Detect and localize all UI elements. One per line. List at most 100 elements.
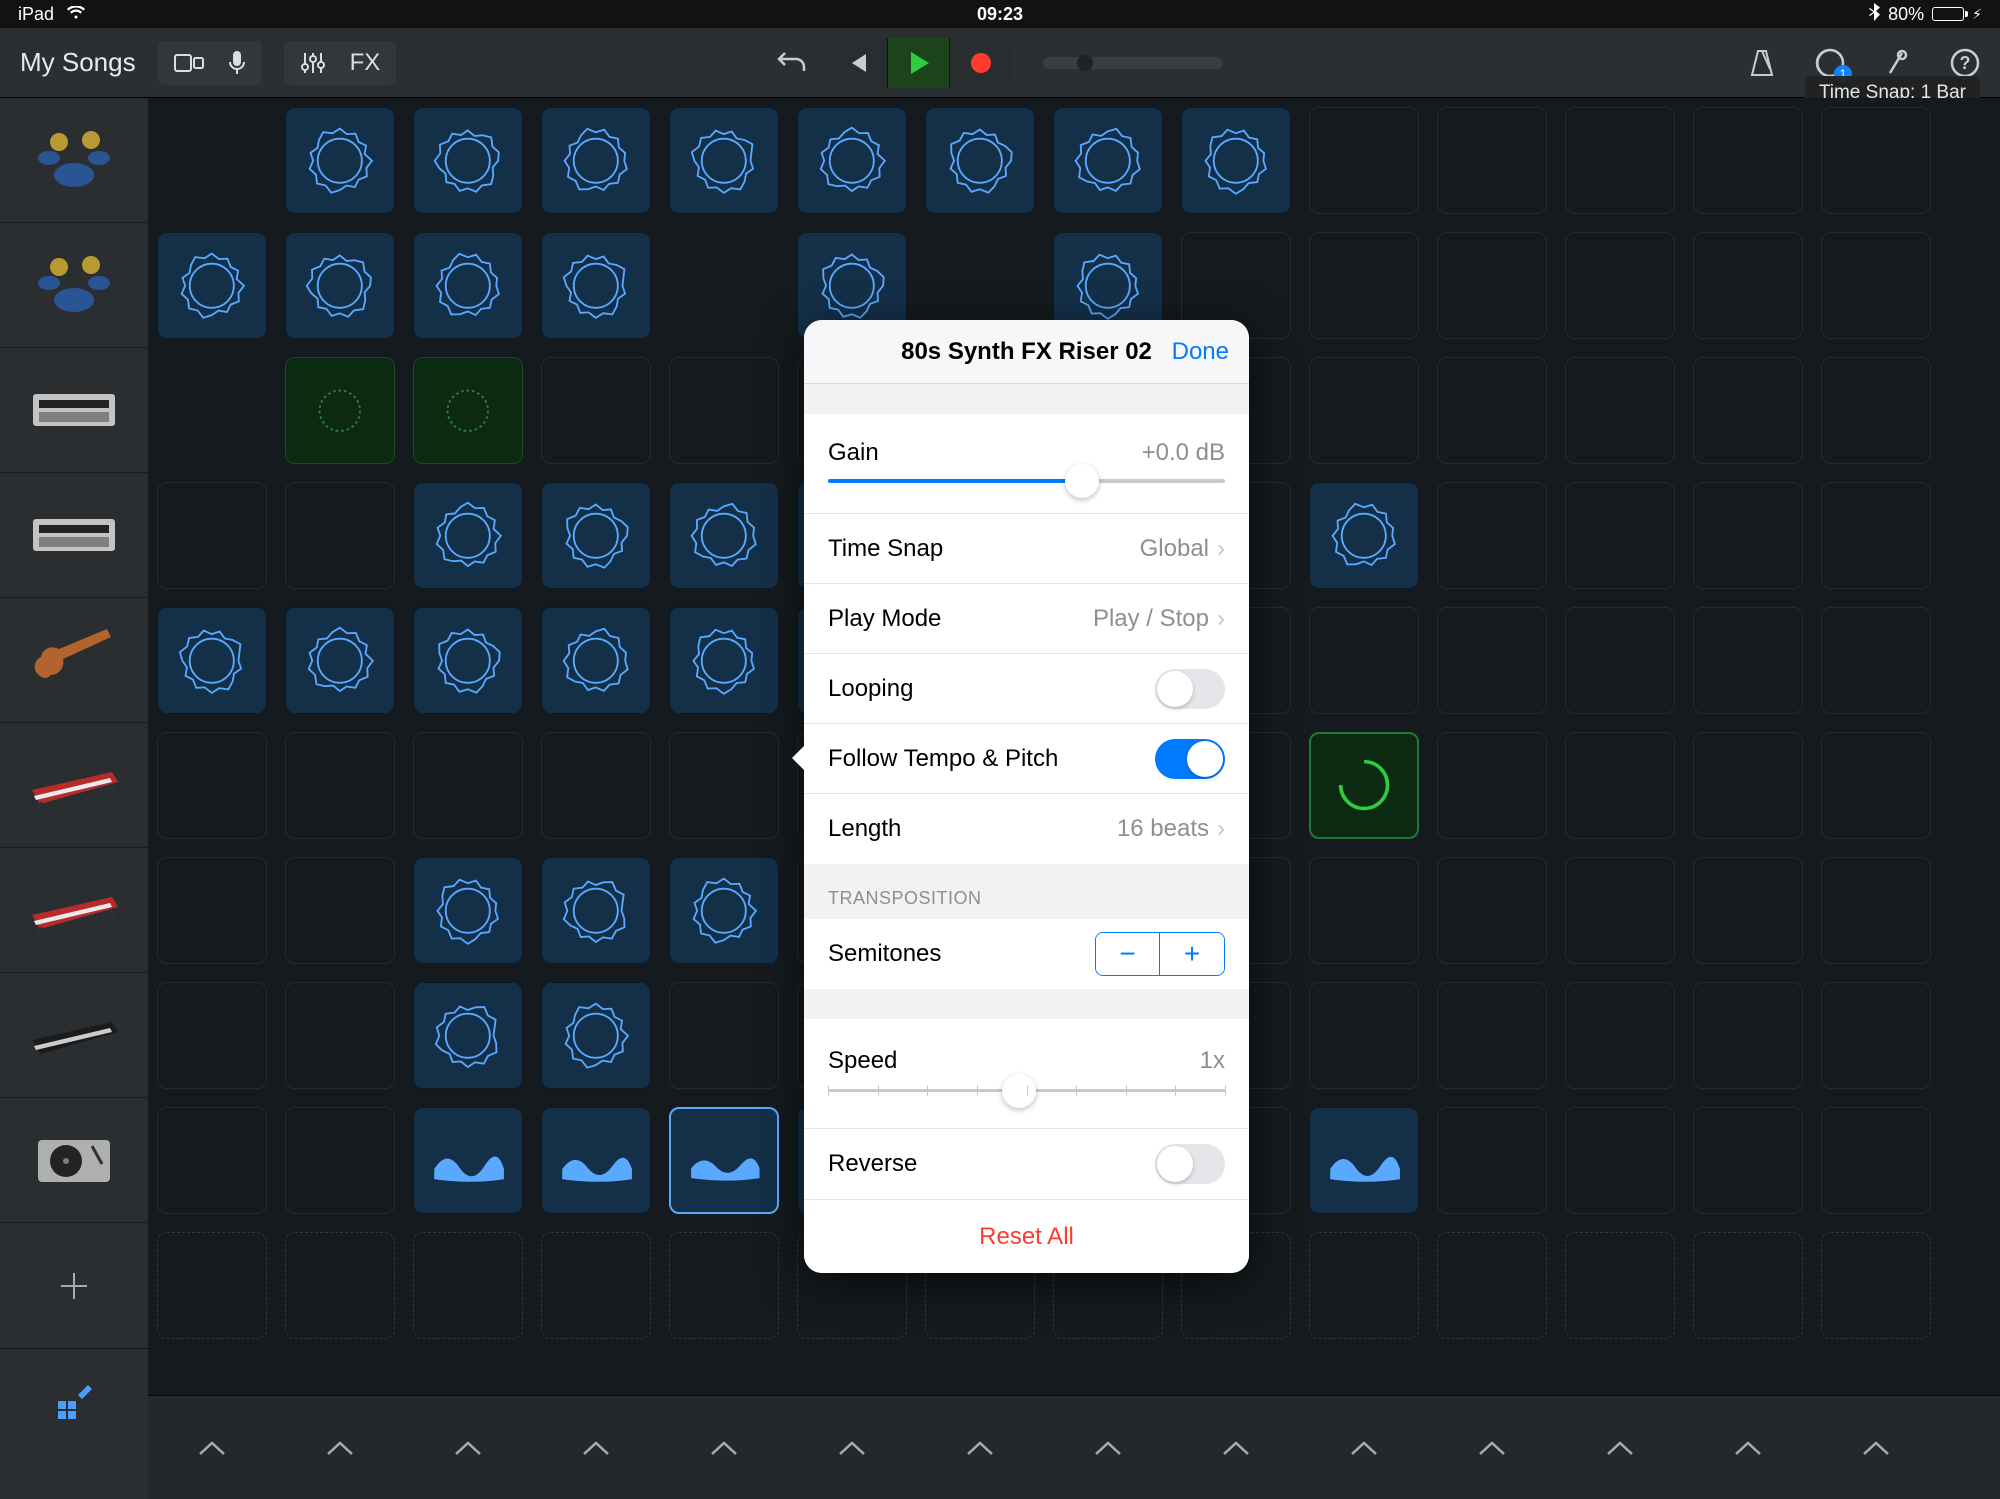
loop-cell[interactable] [1309,107,1419,214]
loop-cell[interactable] [157,982,267,1089]
loop-cell[interactable] [1565,857,1675,964]
loop-cell[interactable] [669,357,779,464]
loop-cell[interactable] [1565,357,1675,464]
settings-icon[interactable] [1884,49,1912,77]
help-icon[interactable]: ? [1950,48,1980,78]
loop-cell[interactable] [1565,1232,1675,1339]
loop-cell[interactable] [1693,607,1803,714]
loop-cell[interactable] [541,1232,651,1339]
loop-cell[interactable] [1565,482,1675,589]
browser-icon[interactable] [174,52,204,74]
loop-cell[interactable] [413,232,523,339]
loop-cell[interactable] [669,732,779,839]
track-header-keys-red-2[interactable] [0,848,148,973]
loop-cell[interactable] [669,982,779,1089]
loop-cell[interactable] [1565,607,1675,714]
loop-cell[interactable] [1565,1107,1675,1214]
speed-slider[interactable] [828,1089,1225,1092]
master-volume-slider[interactable] [1043,57,1223,69]
edit-grid-button[interactable] [0,1348,148,1452]
loop-cell[interactable] [541,107,651,214]
column-trigger[interactable] [1300,1396,1428,1499]
column-trigger[interactable] [1812,1396,1940,1499]
loop-cell[interactable] [1437,982,1547,1089]
column-trigger[interactable] [1556,1396,1684,1499]
loop-cell[interactable] [285,857,395,964]
loop-cell[interactable] [1309,982,1419,1089]
column-trigger[interactable] [276,1396,404,1499]
loop-cell[interactable] [669,107,779,214]
loop-cell[interactable] [1309,1232,1419,1339]
loop-browser-icon[interactable] [1814,47,1846,79]
track-header-drums-2[interactable] [0,223,148,348]
loop-cell[interactable] [1309,732,1419,839]
follow-toggle[interactable] [1155,739,1225,779]
looping-toggle[interactable] [1155,669,1225,709]
loop-cell[interactable] [1309,357,1419,464]
loop-cell[interactable] [413,857,523,964]
loop-cell[interactable] [1693,232,1803,339]
loop-cell[interactable] [157,1107,267,1214]
add-track-button[interactable] [0,1223,148,1348]
undo-button[interactable] [777,49,807,77]
column-trigger[interactable] [404,1396,532,1499]
loop-cell[interactable] [157,857,267,964]
track-header-synth-1[interactable] [0,348,148,473]
mic-icon[interactable] [228,50,246,76]
loop-cell[interactable] [1437,357,1547,464]
loop-cell[interactable] [541,607,651,714]
loop-cell[interactable] [1693,1232,1803,1339]
loop-cell[interactable] [285,982,395,1089]
play-button[interactable] [887,38,949,88]
loop-cell[interactable] [413,982,523,1089]
loop-cell[interactable] [157,732,267,839]
reset-all-button[interactable]: Reset All [804,1199,1249,1273]
loop-cell[interactable] [1693,857,1803,964]
track-header-keys-red-1[interactable] [0,723,148,848]
my-songs-button[interactable]: My Songs [20,47,136,78]
loop-cell[interactable] [541,857,651,964]
loop-cell[interactable] [1181,107,1291,214]
loop-cell[interactable] [669,1232,779,1339]
loop-cell[interactable] [1693,732,1803,839]
semitones-minus-button[interactable]: − [1096,933,1160,975]
fx-button[interactable]: FX [350,49,381,77]
length-row[interactable]: Length 16 beats› [804,794,1249,864]
loop-cell[interactable] [1693,982,1803,1089]
loop-cell[interactable] [669,857,779,964]
loop-cell[interactable] [1309,1107,1419,1214]
reverse-toggle[interactable] [1155,1144,1225,1184]
loop-cell[interactable] [1309,232,1419,339]
done-button[interactable]: Done [1172,338,1229,366]
loop-cell[interactable] [1437,107,1547,214]
play-mode-row[interactable]: Play Mode Play / Stop› [804,584,1249,654]
loop-cell[interactable] [157,1232,267,1339]
loop-cell[interactable] [1437,732,1547,839]
go-to-start-button[interactable] [825,38,887,88]
loop-cell[interactable] [1565,732,1675,839]
loop-cell[interactable] [541,357,651,464]
loop-cell[interactable] [1693,107,1803,214]
column-trigger[interactable] [916,1396,1044,1499]
loop-cell[interactable] [1821,107,1931,214]
loop-cell[interactable] [157,607,267,714]
loop-cell[interactable] [413,607,523,714]
loop-cell[interactable] [1821,482,1931,589]
loop-cell[interactable] [1821,607,1931,714]
loop-cell[interactable] [669,482,779,589]
loop-cell[interactable] [669,607,779,714]
loop-cell[interactable] [1821,1232,1931,1339]
loop-cell[interactable] [285,1107,395,1214]
column-trigger[interactable] [148,1396,276,1499]
column-trigger[interactable] [788,1396,916,1499]
loop-cell[interactable] [285,482,395,589]
loop-cell[interactable] [541,232,651,339]
column-trigger[interactable] [660,1396,788,1499]
loop-cell[interactable] [1565,982,1675,1089]
loop-cell[interactable] [541,982,651,1089]
loop-cell[interactable] [413,357,523,464]
track-header-synth-2[interactable] [0,473,148,598]
loop-cell[interactable] [797,107,907,214]
loop-cell[interactable] [1565,107,1675,214]
loop-cell[interactable] [1437,1107,1547,1214]
